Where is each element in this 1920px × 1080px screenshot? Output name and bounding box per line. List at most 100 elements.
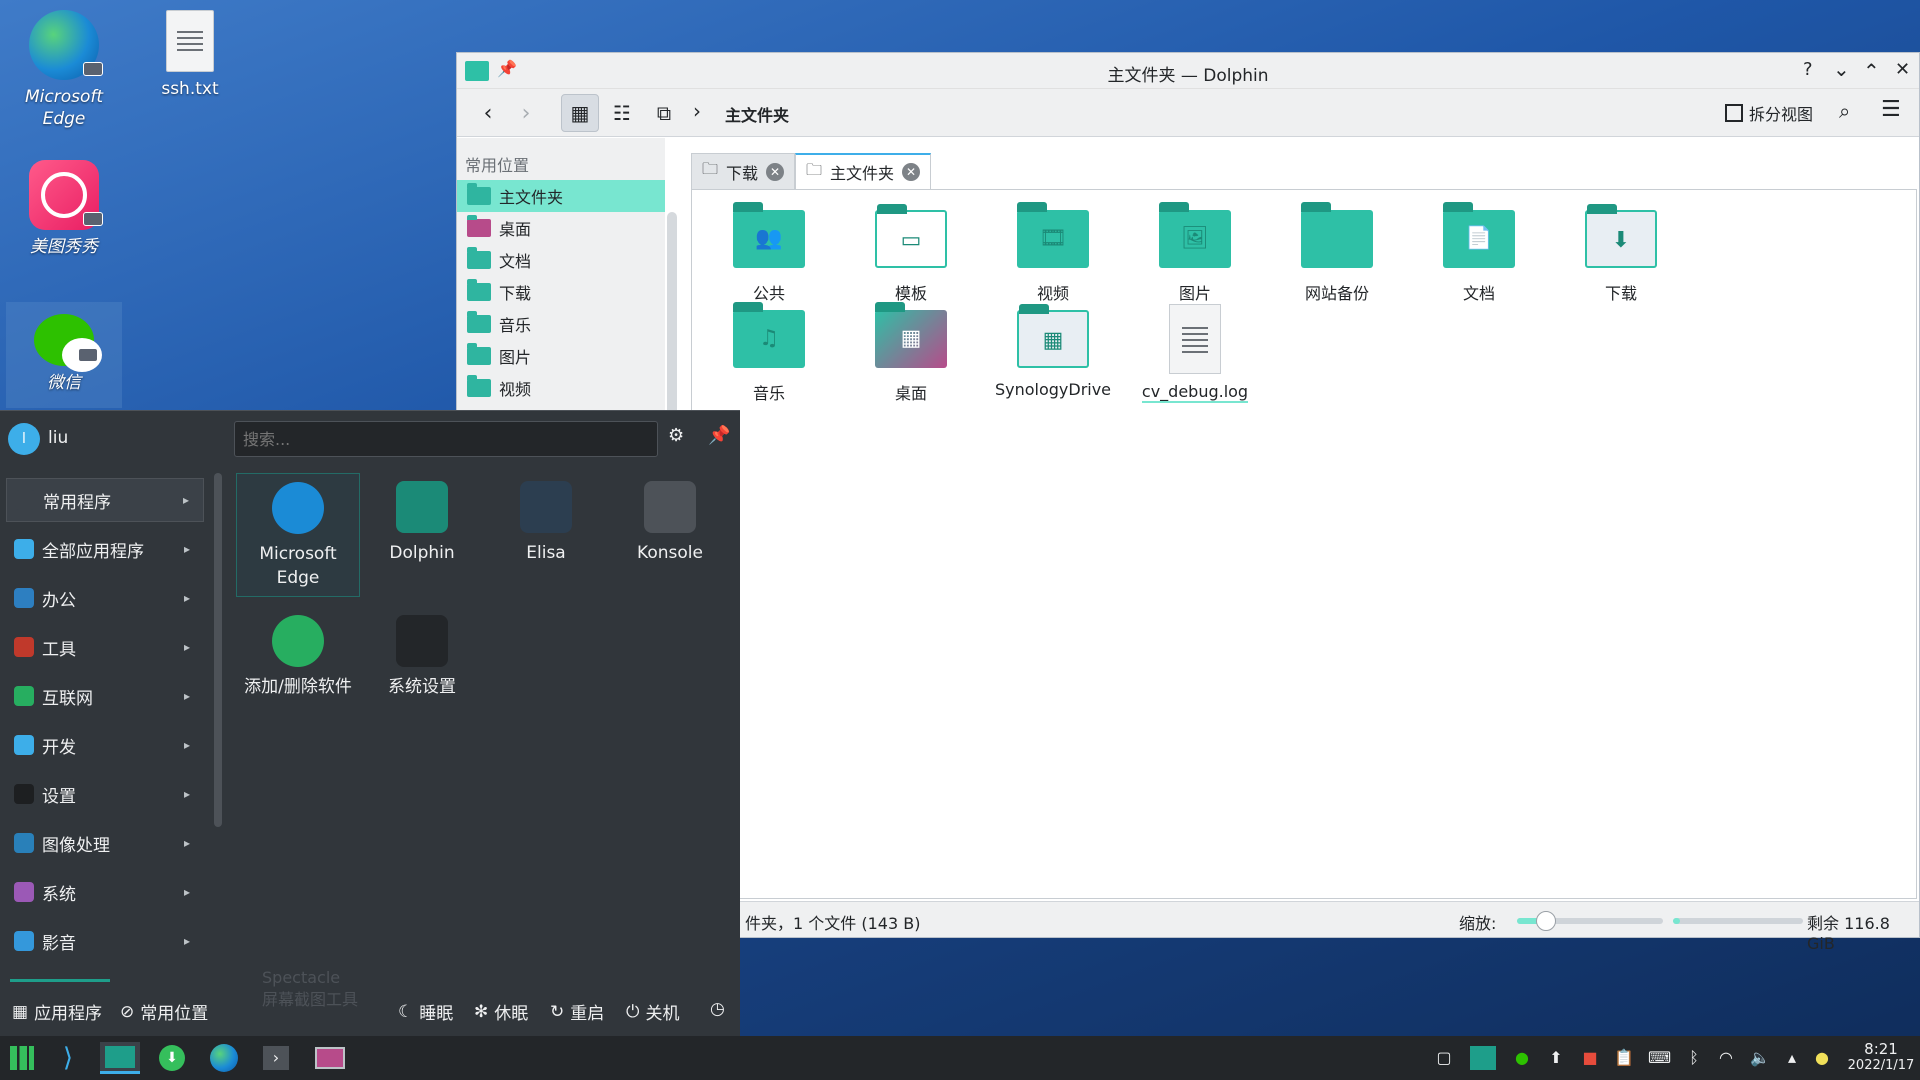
menu-category-6[interactable]: 设置 ▸ bbox=[6, 772, 204, 816]
place-documents[interactable]: 文档 bbox=[457, 244, 665, 276]
close-button[interactable]: ✕ bbox=[1895, 59, 1910, 80]
split-view-label: 拆分视图 bbox=[1749, 105, 1814, 124]
ghost-tooltip-subtitle: 屏幕截图工具 bbox=[262, 990, 359, 1009]
icons-view-button[interactable]: ▦ bbox=[561, 94, 599, 132]
configure-button[interactable]: ⚙ bbox=[668, 425, 684, 446]
menu-app-4[interactable]: 添加/删除软件 bbox=[236, 607, 360, 707]
file-view[interactable]: 👥 公共 ▭ 模板 🎞 视频 🖼 图片 网站备份 📄 文档 ⬇ 下载 ♫ 音乐 … bbox=[691, 189, 1917, 899]
bluetooth-icon[interactable]: ᛒ bbox=[1684, 1048, 1704, 1068]
show-desktop-icon[interactable]: ▢ bbox=[1434, 1048, 1454, 1068]
folder-item-templates[interactable]: ▭ 模板 bbox=[836, 204, 986, 304]
split-view-button[interactable]: 拆分视图 bbox=[1725, 101, 1813, 125]
search-button[interactable]: ⌕ bbox=[1839, 99, 1850, 123]
desktop-icon-edge[interactable]: Microsoft Edge bbox=[14, 10, 114, 130]
folder-item-synologydrive[interactable]: ▦ SynologyDrive bbox=[978, 304, 1128, 399]
avatar[interactable]: l bbox=[8, 423, 40, 455]
menu-category-2[interactable]: 办公 ▸ bbox=[6, 576, 204, 620]
category-scrollbar[interactable] bbox=[214, 473, 222, 827]
footer-apps-tab[interactable]: ▦ 应用程序 bbox=[12, 999, 102, 1025]
place-downloads[interactable]: 下载 bbox=[457, 276, 665, 308]
edge-icon bbox=[210, 1044, 238, 1072]
menu-app-2[interactable]: Elisa bbox=[484, 473, 608, 597]
menu-category-9[interactable]: 影音 ▸ bbox=[6, 919, 204, 963]
folder-item-music[interactable]: ♫ 音乐 bbox=[694, 302, 844, 404]
desktop-icon-label: Microsoft Edge bbox=[24, 87, 104, 129]
menu-category-4[interactable]: 互联网 ▸ bbox=[6, 674, 204, 718]
compact-view-button[interactable]: ⧉ bbox=[645, 94, 683, 132]
close-tab-icon[interactable]: ✕ bbox=[902, 163, 921, 181]
folder-item-videos[interactable]: 🎞 视频 bbox=[978, 202, 1128, 304]
folder-item-public[interactable]: 👥 公共 bbox=[694, 202, 844, 304]
desktop-icon-wechat[interactable]: 微信 bbox=[6, 302, 122, 408]
folder-item-documents[interactable]: 📄 文档 bbox=[1404, 202, 1554, 304]
leave-button[interactable]: ◷ bbox=[710, 999, 725, 1019]
desktop-icon-ssh-txt[interactable]: ssh.txt bbox=[140, 10, 240, 100]
menu-button[interactable]: ☰ bbox=[1881, 97, 1901, 122]
menu-app-1[interactable]: Dolphin bbox=[360, 473, 484, 597]
wifi-icon[interactable]: ◠ bbox=[1716, 1048, 1736, 1068]
place-videos[interactable]: 视频 bbox=[457, 372, 665, 404]
chevron-right-icon: ▸ bbox=[183, 738, 190, 752]
sleep-button[interactable]: ☾ 睡眠 bbox=[398, 999, 453, 1025]
task-dolphin[interactable] bbox=[100, 1042, 140, 1074]
tab-home[interactable]: 🗀 主文件夹 ✕ bbox=[795, 153, 932, 189]
launcher-button[interactable] bbox=[2, 1042, 42, 1074]
night-color-icon[interactable]: ● bbox=[1812, 1048, 1832, 1068]
window-titlebar[interactable]: 📌 主文件夹 — Dolphin ? ⌄ ⌃ ✕ bbox=[457, 53, 1919, 89]
details-view-button[interactable]: ☷ bbox=[603, 94, 641, 132]
clipboard-icon[interactable]: 📋 bbox=[1614, 1048, 1634, 1068]
close-tab-icon[interactable]: ✕ bbox=[766, 162, 785, 181]
hibernate-button[interactable]: ✻ 休眠 bbox=[474, 999, 528, 1025]
desktop-icon-meitu[interactable]: 美图秀秀 bbox=[14, 160, 114, 258]
task-konsole[interactable]: › bbox=[256, 1042, 296, 1074]
folder-icon bbox=[467, 247, 491, 269]
list-view-icon: ☷ bbox=[613, 101, 631, 125]
footer-places-tab[interactable]: ⊘ 常用位置 bbox=[120, 999, 208, 1025]
restart-button[interactable]: ↻ 重启 bbox=[550, 999, 604, 1025]
task-edge[interactable] bbox=[204, 1042, 244, 1074]
menu-category-8[interactable]: 系统 ▸ bbox=[6, 870, 204, 914]
minimize-button[interactable]: ⌄ bbox=[1833, 57, 1850, 81]
wechat-tray-icon[interactable]: ● bbox=[1512, 1048, 1532, 1068]
pager-icon[interactable] bbox=[1470, 1046, 1496, 1070]
menu-category-3[interactable]: 工具 ▸ bbox=[6, 625, 204, 669]
breadcrumb[interactable]: 主文件夹 bbox=[725, 102, 789, 126]
zoom-slider-handle[interactable] bbox=[1536, 911, 1557, 931]
clock[interactable]: 8:21 2022/1/17 bbox=[1846, 1040, 1916, 1073]
forward-button[interactable]: › bbox=[507, 94, 545, 132]
file-item-cv-debug-log[interactable]: cv_debug.log bbox=[1120, 304, 1270, 403]
menu-app-3[interactable]: Konsole bbox=[608, 473, 732, 597]
folder-item-pictures[interactable]: 🖼 图片 bbox=[1120, 202, 1270, 304]
volume-icon[interactable]: 🔈 bbox=[1750, 1048, 1770, 1068]
place-home[interactable]: 主文件夹 bbox=[457, 180, 665, 212]
maximize-button[interactable]: ⌃ bbox=[1863, 59, 1880, 83]
folder-item-desktop[interactable]: ▦ 桌面 bbox=[836, 302, 986, 404]
help-button[interactable]: ? bbox=[1803, 59, 1813, 80]
zoom-slider[interactable] bbox=[1517, 911, 1663, 931]
menu-app-5[interactable]: 系统设置 bbox=[360, 607, 484, 707]
menu-category-5[interactable]: 开发 ▸ bbox=[6, 723, 204, 767]
expand-tray-icon[interactable]: ▴ bbox=[1782, 1048, 1802, 1068]
place-music[interactable]: 音乐 bbox=[457, 308, 665, 340]
menu-category-7[interactable]: 图像处理 ▸ bbox=[6, 821, 204, 865]
place-pictures[interactable]: 图片 bbox=[457, 340, 665, 372]
task-spectacle[interactable] bbox=[310, 1042, 350, 1074]
search-input[interactable] bbox=[234, 421, 658, 457]
folder-icon bbox=[467, 343, 491, 365]
place-desktop[interactable]: 桌面 bbox=[457, 212, 665, 244]
task-software-center[interactable]: ⬇ bbox=[152, 1042, 192, 1074]
shutdown-button[interactable]: ⏻ 关机 bbox=[626, 999, 679, 1025]
folder-item-website-backup[interactable]: 网站备份 bbox=[1262, 202, 1412, 304]
pin-button[interactable]: 📌 bbox=[708, 425, 730, 446]
back-button[interactable]: ‹ bbox=[469, 94, 507, 132]
menu-app-0[interactable]: Microsoft Edge bbox=[236, 473, 360, 597]
menu-category-1[interactable]: 全部应用程序 ▸ bbox=[6, 527, 204, 571]
notification-icon[interactable]: ■ bbox=[1580, 1048, 1600, 1068]
update-icon[interactable]: ⬆ bbox=[1546, 1048, 1566, 1068]
menu-category-0[interactable]: 常用程序 ▸ bbox=[6, 478, 204, 522]
folder-item-downloads[interactable]: ⬇ 下载 bbox=[1546, 204, 1696, 304]
task-vscode[interactable]: ⟩ bbox=[48, 1042, 88, 1074]
keyboard-icon[interactable]: ⌨ bbox=[1648, 1048, 1671, 1068]
tab-downloads[interactable]: 🗀 下载 ✕ bbox=[691, 153, 796, 189]
places-scrollbar[interactable] bbox=[667, 212, 677, 442]
